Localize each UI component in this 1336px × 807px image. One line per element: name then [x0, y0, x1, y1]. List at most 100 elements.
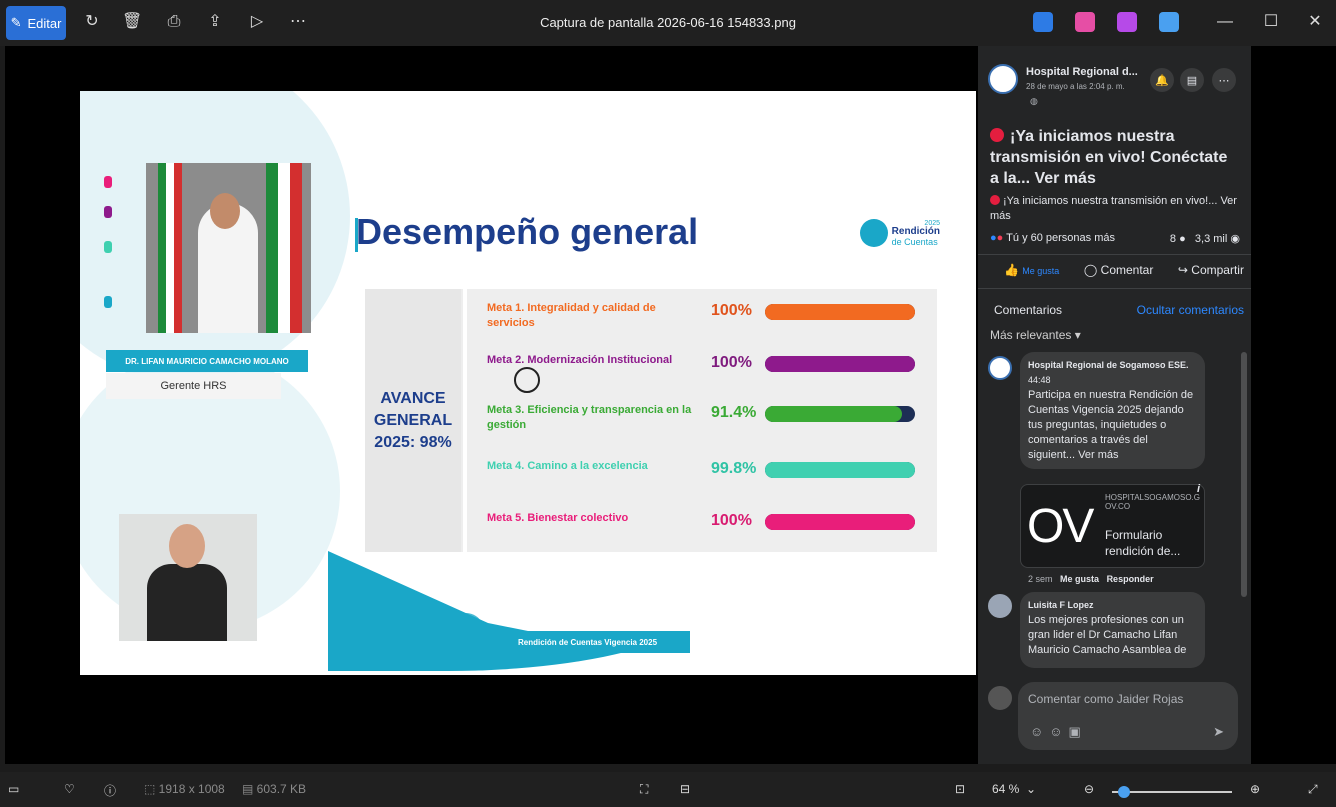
app-icon-1[interactable]: [1033, 12, 1053, 32]
like-reaction-icon: ●: [990, 232, 997, 244]
favorite-icon[interactable]: ♡: [64, 782, 75, 796]
app-icon-4[interactable]: [1159, 12, 1179, 32]
zoom-dropdown[interactable]: 64 % ⌄: [992, 782, 1036, 796]
ocr-icon[interactable]: ⊟: [680, 782, 690, 796]
goal-percentage: 100%: [711, 302, 752, 319]
divider: [978, 288, 1251, 289]
page-avatar[interactable]: [988, 64, 1018, 94]
avance-box: AVANCE GENERAL 2025: 98%: [365, 289, 461, 552]
title-bar: ✎ Editar ↻ 🗑 ⎙ ⇪ ▷ ⋯ Captura de pantalla…: [0, 0, 1336, 46]
scrollbar[interactable]: [1241, 352, 1247, 597]
close-icon[interactable]: ✕: [1300, 10, 1330, 34]
avance-text: AVANCE GENERAL 2025: 98%: [373, 389, 453, 451]
minimize-icon[interactable]: —: [1210, 10, 1240, 34]
decorative-wave: [328, 551, 728, 671]
image-dimensions: ⬚ 1918 x 1008: [144, 782, 225, 796]
goal-progress-fill: [765, 462, 915, 478]
comment-text: Los mejores profesiones con un gran lide…: [1028, 614, 1187, 656]
comments-count[interactable]: 8: [1170, 233, 1176, 245]
sign-interpreter-video: [119, 514, 257, 641]
goal-percentage: 99.8%: [711, 460, 757, 477]
comment-meta: 2 sem Me gusta Responder: [1028, 574, 1154, 584]
goal-percentage: 91.4%: [711, 404, 757, 421]
zoom-out-icon[interactable]: ⊖: [1084, 782, 1094, 796]
goal-progress-fill: [765, 406, 903, 422]
info-icon[interactable]: ⓘ: [104, 782, 116, 799]
interpreter-head: [169, 524, 205, 568]
goal-progress-fill: [765, 356, 915, 372]
goal-progress-bar: [765, 514, 915, 530]
comment-bubble: Luisita F Lopez Los mejores profesiones …: [1020, 592, 1205, 668]
link-preview-card[interactable]: OV HOSPITALSOGAMOSO.GOV.CO Formulario re…: [1020, 483, 1205, 568]
footer-logo: [446, 613, 486, 659]
goal-label: Meta 1. Integralidad y calidad de servic…: [487, 302, 656, 329]
goal-label: Meta 5. Bienestar colectivo: [487, 512, 629, 524]
goal-progress-fill: [765, 304, 915, 320]
comment-input[interactable]: Comentar como Jaider Rojas ☺☺▣ ➤: [1018, 682, 1238, 750]
flag: [266, 163, 302, 333]
reactions-row: ●● Tú y 60 personas más 8 ● 3,3 mil ◉: [990, 232, 1240, 245]
goals-panel: AVANCE GENERAL 2025: 98% Meta 1. Integra…: [365, 289, 937, 552]
divider: [463, 289, 467, 552]
link-title: Formulario rendición de...: [1105, 528, 1181, 558]
goal-label: Meta 4. Camino a la excelencia: [487, 460, 648, 472]
goal-progress-fill: [765, 514, 915, 530]
views-count: 3,3 mil: [1194, 233, 1228, 245]
comment-author[interactable]: Luisita F Lopez: [1028, 600, 1094, 610]
comment-reply-link[interactable]: Responder: [1107, 574, 1154, 584]
speaker-video: [146, 163, 311, 333]
app-icon-3[interactable]: [1117, 12, 1137, 32]
comment-placeholder: Comentar como Jaider Rojas: [1028, 692, 1184, 706]
maximize-icon[interactable]: ☐: [1256, 10, 1286, 34]
comment-author[interactable]: Hospital Regional de Sogamoso ESE.: [1028, 360, 1189, 370]
post-actions: 👍 Me gusta ◯ Comentar ↪ Compartir: [1004, 263, 1244, 277]
comment-time: 44:48: [1028, 375, 1051, 385]
goal-progress-bar: [765, 304, 915, 320]
send-icon[interactable]: ➤: [1213, 724, 1224, 740]
speaker-head: [210, 193, 240, 229]
emoji-icons[interactable]: ☺☺▣: [1030, 724, 1087, 740]
comment-like-link[interactable]: Me gusta: [1060, 574, 1099, 584]
comment-button[interactable]: ◯ Comentar: [1084, 263, 1153, 277]
actual-size-icon[interactable]: ⊡: [955, 782, 965, 796]
commenter-avatar[interactable]: [988, 356, 1012, 380]
thumbs-up-icon: 👍: [1004, 263, 1019, 277]
decoration-dot: [104, 296, 112, 308]
fit-icon[interactable]: ⛶: [640, 782, 648, 797]
interpreter-body: [147, 564, 227, 641]
reactions-summary[interactable]: ●● Tú y 60 personas más: [990, 232, 1115, 245]
comment-count-icon: ●: [1179, 233, 1186, 245]
goal-percentage: 100%: [711, 512, 752, 529]
presentation-slide: DR. LIFAN MAURICIO CAMACHO MOLANO Gerent…: [80, 91, 976, 675]
zoom-slider[interactable]: [1112, 786, 1232, 798]
bell-icon[interactable]: 🔔: [1150, 68, 1174, 92]
zoom-slider-thumb[interactable]: [1118, 786, 1130, 798]
share-button[interactable]: ↪ Compartir: [1178, 263, 1244, 277]
save-icon[interactable]: ▤: [1180, 68, 1204, 92]
sort-dropdown[interactable]: Más relevantes ▾: [990, 328, 1081, 342]
rendicion-logo: 2025 Rendición de Cuentas: [860, 216, 940, 250]
info-icon[interactable]: i: [1197, 483, 1200, 495]
red-circle-icon: [990, 128, 1004, 142]
user-avatar: [988, 686, 1012, 710]
page-name[interactable]: Hospital Regional d...: [1026, 66, 1138, 78]
goal-progress-bar: [765, 462, 915, 478]
filmstrip-icon[interactable]: ▭: [8, 782, 19, 796]
red-circle-icon: [990, 195, 1000, 205]
hide-comments-link[interactable]: Ocultar comentarios: [1137, 303, 1244, 317]
more-options-icon[interactable]: ⋯: [1212, 68, 1236, 92]
link-thumbnail-logo: OV: [1027, 500, 1094, 553]
goal-percentage: 100%: [711, 354, 752, 371]
comments-header: Comentarios Ocultar comentarios: [994, 303, 1244, 317]
file-size: ▤ 603.7 KB: [242, 782, 307, 796]
goal-progress-bar: [765, 356, 915, 372]
commenter-avatar[interactable]: [988, 594, 1012, 618]
share-arrow-icon: ↪: [1177, 263, 1188, 277]
app-icon-2[interactable]: [1075, 12, 1095, 32]
fullscreen-icon[interactable]: ⤢: [1308, 782, 1318, 797]
zoom-in-icon[interactable]: ⊕: [1250, 782, 1260, 796]
like-button[interactable]: 👍 Me gusta: [1004, 263, 1059, 277]
comments-label: Comentarios: [994, 303, 1063, 317]
post-time[interactable]: 28 de mayo a las 2:04 p. m.: [1026, 82, 1125, 91]
status-bar: ▭ ♡ ⓘ ⬚ 1918 x 1008 ▤ 603.7 KB ⛶ ⊟ ⊡ 64 …: [0, 772, 1336, 807]
